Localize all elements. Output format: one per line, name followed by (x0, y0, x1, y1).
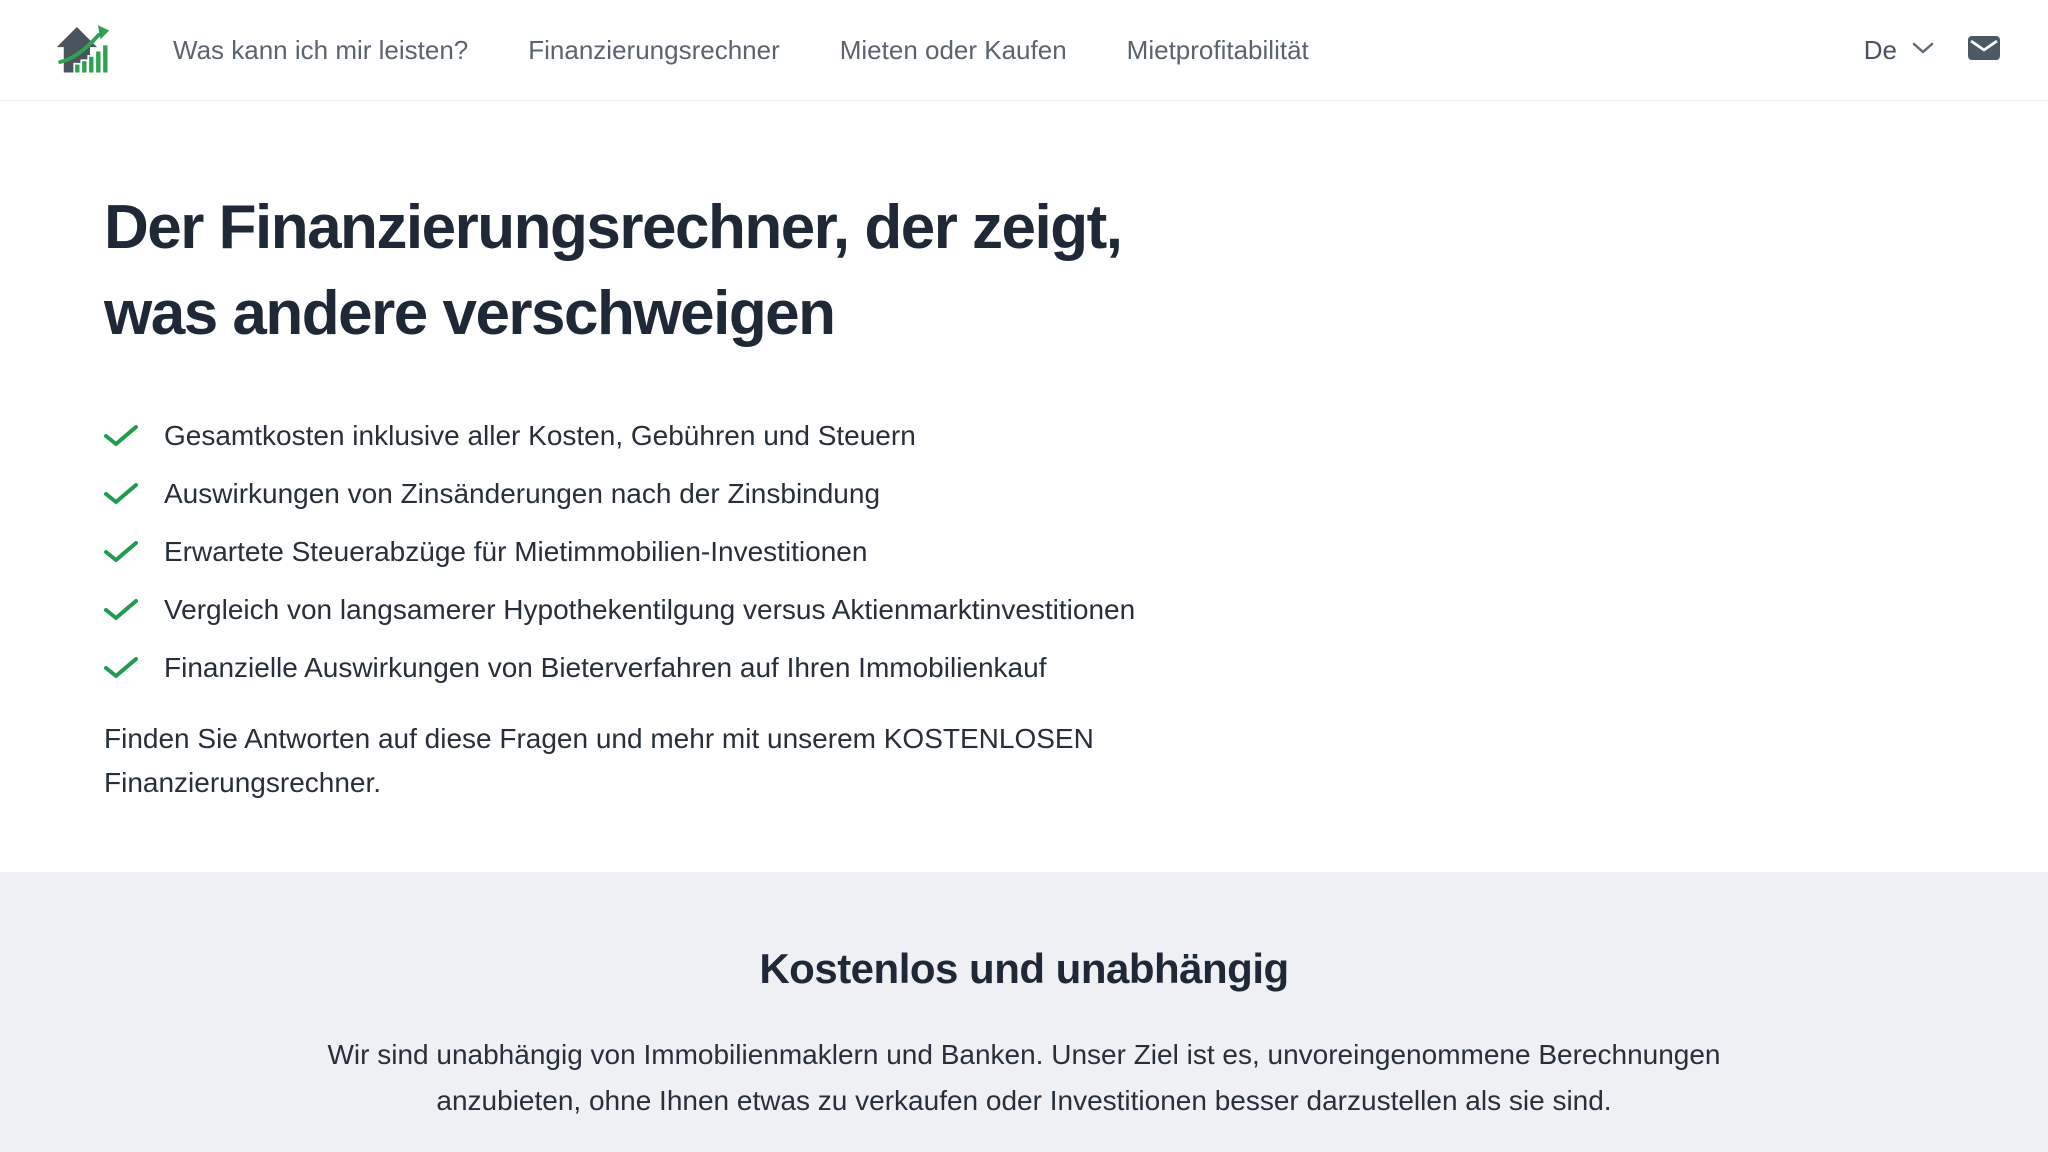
check-icon (104, 425, 138, 447)
checklist-item: Auswirkungen von Zinsänderungen nach der… (104, 477, 1988, 511)
checklist-item-label: Finanzielle Auswirkungen von Bieterverfa… (164, 651, 1046, 685)
check-icon (104, 483, 138, 505)
feature-checklist: Gesamtkosten inklusive aller Kosten, Geb… (104, 419, 1988, 685)
info-section-body: Wir sind unabhängig von Immobilienmakler… (319, 1032, 1729, 1124)
nav-item-mietprofitabilitaet[interactable]: Mietprofitabilität (1127, 35, 1309, 66)
main-nav: Was kann ich mir leisten? Finanzierungsr… (173, 35, 1309, 66)
checklist-item: Erwartete Steuerabzüge für Mietimmobilie… (104, 535, 1988, 569)
nav-item-mieten-oder-kaufen[interactable]: Mieten oder Kaufen (840, 35, 1067, 66)
nav-item-finanzierungsrechner[interactable]: Finanzierungsrechner (528, 35, 779, 66)
info-section: Kostenlos und unabhängig Wir sind unabhä… (0, 872, 2048, 1152)
checklist-item-label: Gesamtkosten inklusive aller Kosten, Geb… (164, 419, 916, 453)
envelope-icon (1968, 36, 2000, 65)
chevron-down-icon (1912, 41, 1934, 59)
hero-subtext: Finden Sie Antworten auf diese Fragen un… (104, 717, 1164, 805)
language-selector[interactable]: De (1864, 35, 1934, 66)
nav-item-was-kann-ich-mir-leisten[interactable]: Was kann ich mir leisten? (173, 35, 468, 66)
checklist-item-label: Erwartete Steuerabzüge für Mietimmobilie… (164, 535, 867, 569)
checklist-item-label: Vergleich von langsamerer Hypothekentilg… (164, 593, 1135, 627)
checklist-item-label: Auswirkungen von Zinsänderungen nach der… (164, 477, 880, 511)
info-section-heading: Kostenlos und unabhängig (0, 942, 2048, 996)
checklist-item: Gesamtkosten inklusive aller Kosten, Geb… (104, 419, 1988, 453)
checklist-item: Finanzielle Auswirkungen von Bieterverfa… (104, 651, 1988, 685)
page-title-line-1: Der Finanzierungsrechner, der zeigt, (104, 185, 1988, 271)
check-icon (104, 541, 138, 563)
checklist-item: Vergleich von langsamerer Hypothekentilg… (104, 593, 1988, 627)
page-title: Der Finanzierungsrechner, der zeigt, was… (104, 185, 1988, 357)
hero-section: Der Finanzierungsrechner, der zeigt, was… (0, 101, 2048, 872)
house-growth-chart-logo-icon (55, 22, 111, 79)
language-selected-value: De (1864, 35, 1897, 66)
brand-logo[interactable] (55, 22, 111, 78)
check-icon (104, 657, 138, 679)
top-navigation-bar: Was kann ich mir leisten? Finanzierungsr… (0, 0, 2048, 101)
contact-mail-button[interactable] (1968, 36, 2000, 65)
header-right-group: De (1864, 35, 2000, 66)
page-title-line-2: was andere verschweigen (104, 271, 1988, 357)
check-icon (104, 599, 138, 621)
